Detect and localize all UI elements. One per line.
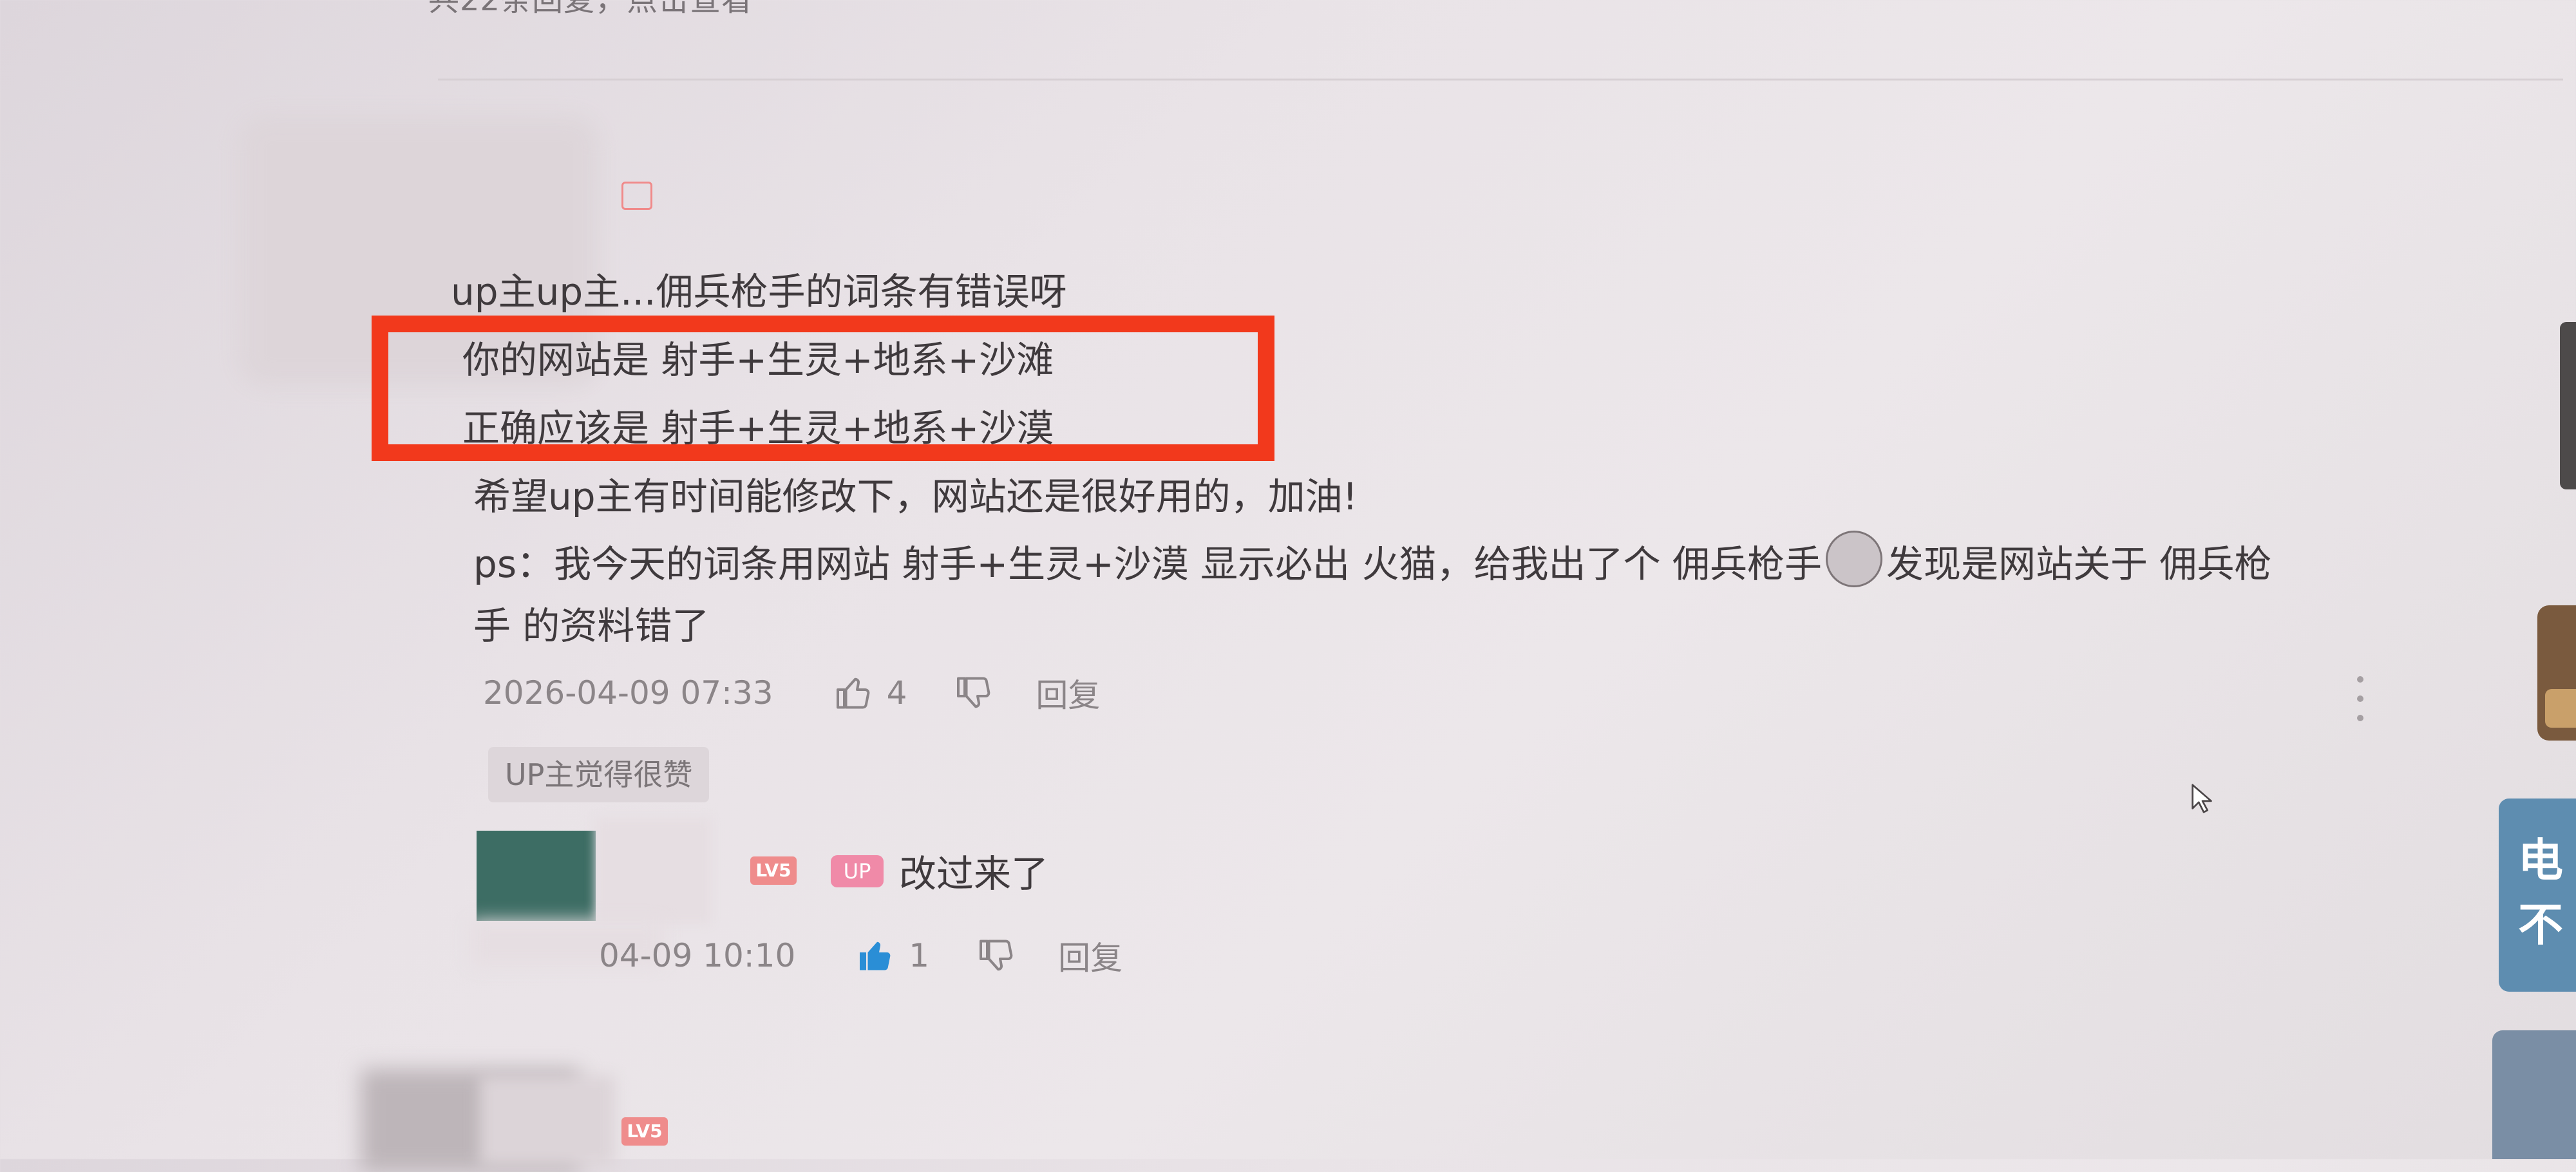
highlight-annotation-box	[372, 316, 1274, 461]
comment-line: 手 的资料错了	[473, 604, 710, 648]
level-badge: LV5	[621, 1117, 668, 1146]
cursor-icon	[2192, 784, 2212, 813]
reply-count-link[interactable]: 共22条回复，点击查看	[428, 0, 753, 19]
comment-time: 2026-04-09 07:33	[483, 674, 773, 712]
up-badge: UP	[831, 855, 884, 887]
emoji-face-icon	[1825, 531, 1882, 587]
reply-avatar[interactable]	[477, 831, 596, 921]
comment-meta: 2026-04-09 07:33 4 回复	[483, 670, 1100, 716]
card-text: 电	[2518, 834, 2563, 887]
sidebar-card[interactable]	[2537, 605, 2576, 741]
sidebar-card[interactable]: 电 不	[2499, 799, 2576, 992]
like-count: 4	[886, 674, 907, 712]
up-liked-tag: UP主觉得很赞	[488, 747, 710, 802]
reply-button[interactable]: 回复	[1036, 670, 1100, 716]
comment-line-text: 发现是网站关于 佣兵枪	[1886, 542, 2272, 586]
thumbs-down-icon	[957, 677, 990, 708]
comment-line-text: ps：我今天的词条用网站 射手+生灵+沙漠 显示必出 火猫，给我出了个 佣兵枪手	[473, 542, 1822, 586]
dislike-button[interactable]	[952, 670, 997, 715]
dislike-button[interactable]	[974, 933, 1019, 978]
reply-username[interactable]	[596, 818, 712, 924]
like-button[interactable]	[853, 933, 898, 978]
username[interactable]	[480, 1075, 615, 1166]
level-badge: LV5	[750, 856, 797, 885]
reply-meta: 04-09 10:10 1 回复	[599, 932, 1122, 979]
more-options-icon[interactable]	[2354, 676, 2367, 721]
comment-line: ps：我今天的词条用网站 射手+生灵+沙漠 显示必出 火猫，给我出了个 佣兵枪手…	[473, 531, 2512, 595]
like-button[interactable]	[831, 670, 876, 715]
sidebar-card[interactable]	[2560, 322, 2576, 489]
reply-time: 04-09 10:10	[599, 937, 796, 974]
like-count: 1	[909, 937, 930, 974]
card-text: 不	[2518, 898, 2563, 951]
thumbs-up-filled-icon	[860, 941, 891, 970]
reply-button[interactable]: 回复	[1058, 932, 1122, 979]
thumbs-up-icon	[836, 677, 869, 709]
comment-line: 希望up主有时间能修改下，网站还是很好用的，加油!	[473, 475, 1358, 518]
level-badge	[621, 182, 652, 210]
sidebar-card[interactable]	[2492, 1030, 2576, 1159]
reply-text: 改过来了	[899, 852, 1049, 896]
thumbs-down-icon	[980, 940, 1013, 971]
divider	[438, 79, 2563, 80]
